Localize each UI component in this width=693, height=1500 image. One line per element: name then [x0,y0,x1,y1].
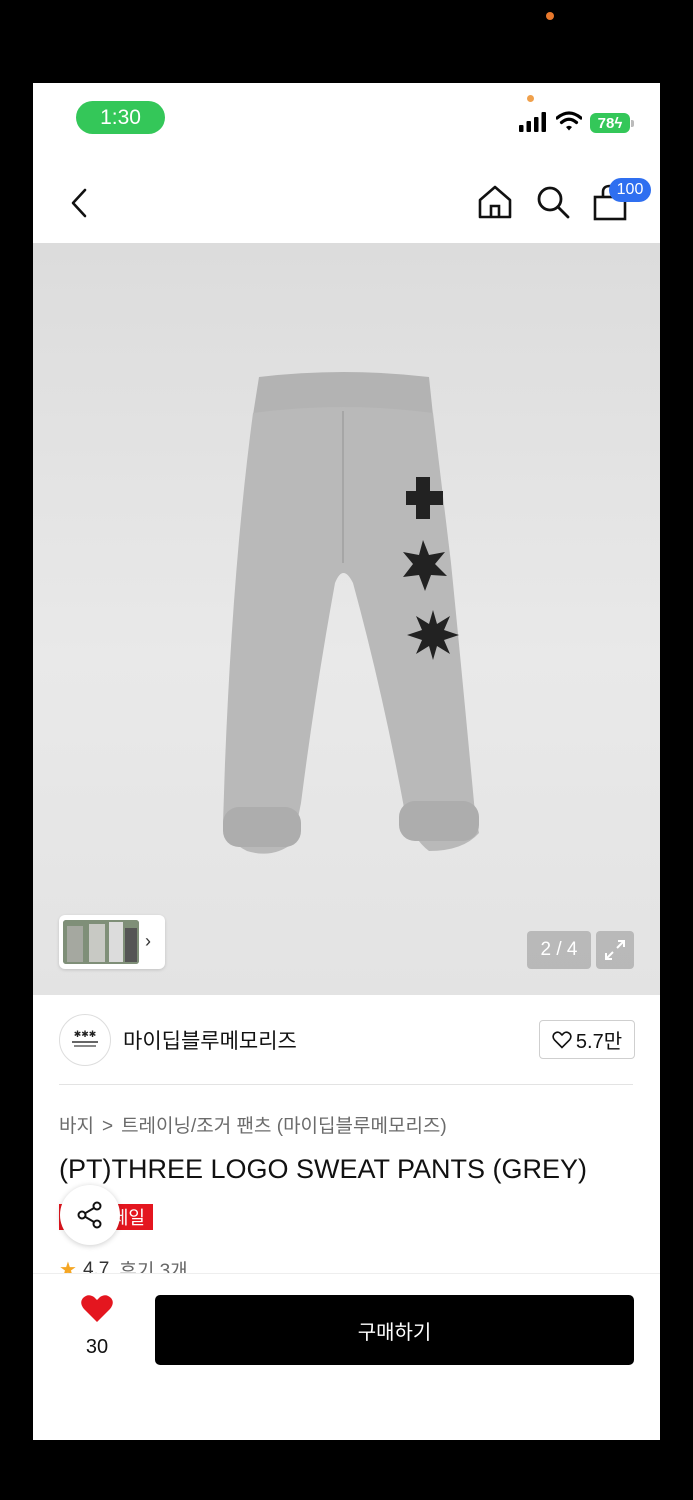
status-time: 1:30 [76,101,165,134]
chevron-right-icon[interactable]: › [145,931,151,952]
brand-like-count: 5.7만 [575,1031,623,1053]
divider [59,1084,633,1085]
charging-bolt-icon: ϟ [614,114,623,132]
heart-filled-icon [81,1295,113,1322]
wifi-icon [556,111,582,131]
buy-button[interactable]: 구매하기 [155,1295,634,1365]
product-image-gallery[interactable]: › 2 / 4 [33,243,660,995]
thumbnail-image[interactable] [63,920,139,964]
status-bar: 1:30 78 ϟ [33,83,660,159]
cellular-signal-icon [519,112,546,132]
breadcrumb-separator: > [101,1116,114,1137]
brand-name[interactable]: 마이딥블루메모리즈 [123,1025,297,1055]
privacy-indicator-dot [527,95,534,102]
wishlist-count: 30 [85,1336,109,1358]
thumbnail-strip[interactable]: › [59,915,165,969]
battery-indicator: 78 ϟ [590,113,634,133]
product-title: (PT)THREE LOGO SWEAT PANTS (GREY) [59,1154,588,1184]
svg-text:✱✱✱: ✱✱✱ [74,1030,97,1040]
heart-outline-icon [552,1030,572,1049]
share-icon [77,1201,102,1229]
product-image [223,372,479,854]
share-button[interactable] [60,1185,120,1245]
image-counter: 2 / 4 [527,931,591,969]
camera-indicator-dot [546,12,554,20]
battery-level: 78 [597,114,615,132]
expand-icon[interactable] [596,931,634,969]
back-icon[interactable] [63,185,95,221]
bottom-action-bar: 30 구매하기 [33,1273,660,1440]
search-icon[interactable] [534,183,572,221]
home-icon[interactable] [476,183,514,221]
breadcrumb-subcategory[interactable]: 트레이닝/조거 팬츠 (마이딥블루메모리즈) [121,1116,447,1137]
app-screen: 1:30 78 ϟ 100 › 2 / 4 ✱✱✱ 마이딥블루메모리즈 5.7만… [33,83,660,1440]
brand-row[interactable]: ✱✱✱ 마이딥블루메모리즈 5.7만 [33,995,660,1083]
breadcrumb-category[interactable]: 바지 [59,1116,94,1137]
top-navigation-bar: 100 [33,167,660,243]
wishlist-button[interactable]: 30 [75,1294,119,1364]
breadcrumb: 바지 > 트레이닝/조거 팬츠 (마이딥블루메모리즈) [59,1111,447,1138]
brand-like-button[interactable]: 5.7만 [539,1020,635,1059]
brand-logo[interactable]: ✱✱✱ [59,1014,111,1066]
cart-count-badge: 100 [609,178,651,202]
